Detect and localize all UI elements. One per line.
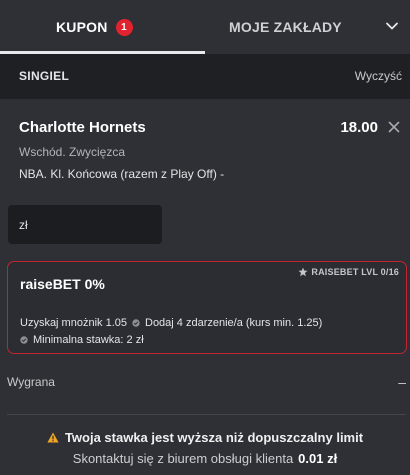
- contact-amount: 0.01 zł: [298, 451, 338, 466]
- selection-odds: 18.00: [340, 119, 378, 136]
- tab-kupon[interactable]: KUPON 1: [56, 0, 133, 54]
- bet-type-title: SINGIEL: [19, 69, 70, 83]
- raisebet-add-events: Dodaj 4 zdarzenie/a (kurs min. 1.25): [145, 317, 323, 329]
- raisebet-level-label: RAISEBET LVL 0/16: [311, 267, 399, 277]
- bet-count-badge: 1: [115, 18, 133, 36]
- contact-support-line: Skontaktuj się z biurem obsługi klienta …: [0, 451, 410, 466]
- check-circle-icon: [20, 336, 28, 344]
- selection-event: NBA. Kl. Końcowa (razem z Play Off) -: [19, 167, 225, 181]
- tab-kupon-label: KUPON: [56, 19, 108, 35]
- selection-name: Charlotte Hornets: [19, 119, 146, 136]
- warning-title: Twoja stawka jest wyższa niż dopuszczaln…: [64, 430, 364, 445]
- close-icon[interactable]: [385, 118, 403, 136]
- raisebet-min-stake: Minimalna stawka: 2 zł: [33, 334, 144, 346]
- raisebet-level: RAISEBET LVL 0/16: [298, 267, 399, 277]
- raisebet-conditions: Uzyskaj mnożnik 1.05 Dodaj 4 zdarzenie/a…: [20, 317, 322, 329]
- raisebet-multiplier: Uzyskaj mnożnik 1.05: [20, 317, 127, 329]
- raisebet-panel: raiseBET 0% RAISEBET LVL 0/16 Uzyskaj mn…: [7, 261, 407, 354]
- contact-text: Skontaktuj się z biurem obsługi klienta: [72, 451, 294, 466]
- raisebet-title: raiseBET 0%: [20, 276, 105, 292]
- tab-moje-zaklady-label: MOJE ZAKŁADY: [229, 19, 342, 35]
- clear-button[interactable]: Wyczyść: [355, 69, 402, 83]
- coupon-tabs: KUPON 1 MOJE ZAKŁADY: [0, 0, 410, 54]
- raisebet-min-stake-row: Minimalna stawka: 2 zł: [20, 334, 144, 346]
- divider: [7, 414, 406, 415]
- check-circle-icon: [132, 319, 140, 327]
- bet-type-bar: SINGIEL Wyczyść: [0, 54, 410, 99]
- tab-moje-zaklady[interactable]: MOJE ZAKŁADY: [229, 0, 342, 54]
- winnings-value: –: [398, 374, 406, 390]
- warning-icon: [47, 432, 59, 443]
- winnings-label: Wygrana: [7, 375, 55, 389]
- chevron-down-icon[interactable]: [384, 18, 400, 34]
- stake-limit-warning: Twoja stawka jest wyższa niż dopuszczaln…: [0, 430, 410, 445]
- stake-input[interactable]: zł: [8, 205, 162, 244]
- stake-currency: zł: [19, 217, 28, 232]
- star-icon: [298, 267, 308, 277]
- selection-market: Wschód. Zwycięzca: [19, 145, 126, 159]
